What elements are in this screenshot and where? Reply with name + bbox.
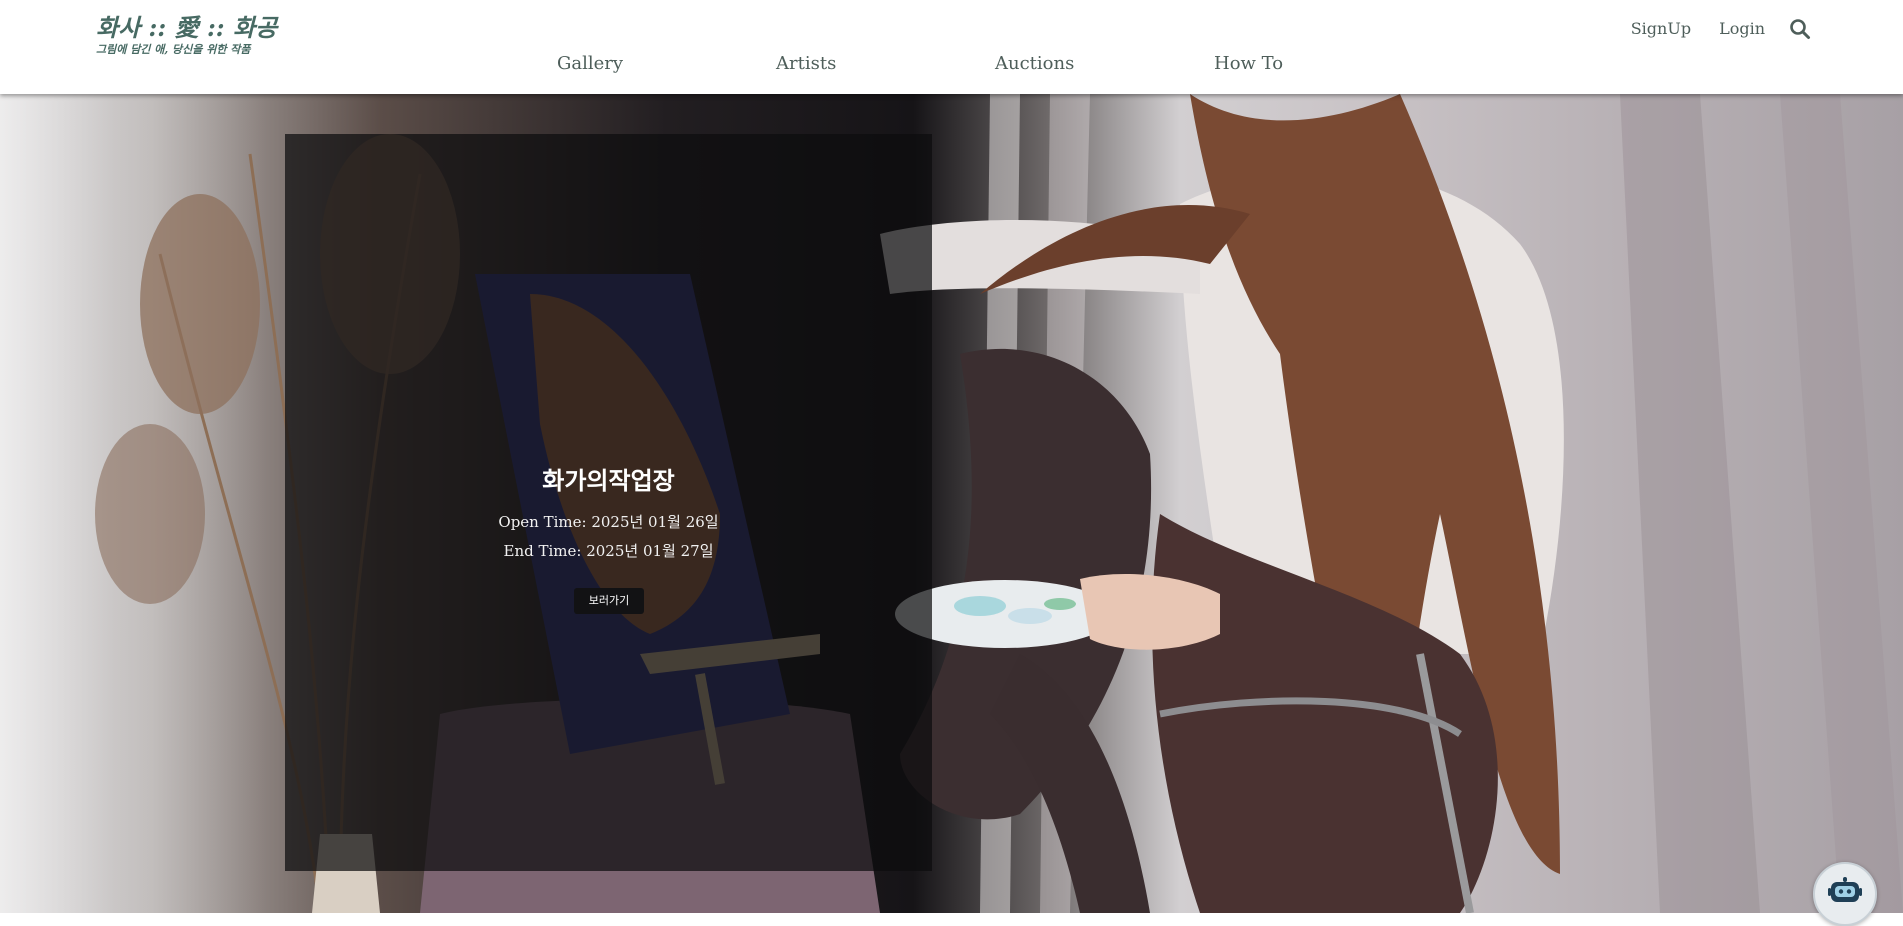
robot-icon [1828,877,1862,902]
event-title: 화가의작업장 [542,466,675,495]
site-header: 화사 :: 愛 :: 화공 그림에 담긴 애, 당신을 위한 작품 Galler… [0,0,1903,94]
view-button[interactable]: 보러가기 [574,588,644,614]
main-nav: Gallery Artists Auctions How To [0,52,1903,76]
hero-banner: 화가의작업장 Open Time: 2025년 01월 26일 End Time… [0,94,1903,913]
nav-item-auctions[interactable]: Auctions [995,52,1074,76]
chatbot-button[interactable] [1813,862,1877,926]
login-link[interactable]: Login [1719,18,1765,40]
event-open-time: Open Time: 2025년 01월 26일 [498,513,719,531]
site-logo[interactable]: 화사 :: 愛 :: 화공 그림에 담긴 애, 당신을 위한 작품 [96,14,277,57]
nav-item-gallery[interactable]: Gallery [557,52,623,76]
nav-item-artists[interactable]: Artists [776,52,836,76]
event-panel: 화가의작업장 Open Time: 2025년 01월 26일 End Time… [285,134,932,871]
nav-item-how-to[interactable]: How To [1214,52,1283,76]
logo-title: 화사 :: 愛 :: 화공 [96,13,278,42]
account-links: SignUp Login [1603,17,1811,41]
search-icon[interactable] [1789,18,1811,40]
signup-link[interactable]: SignUp [1631,18,1691,40]
event-end-time: End Time: 2025년 01월 27일 [503,542,714,560]
